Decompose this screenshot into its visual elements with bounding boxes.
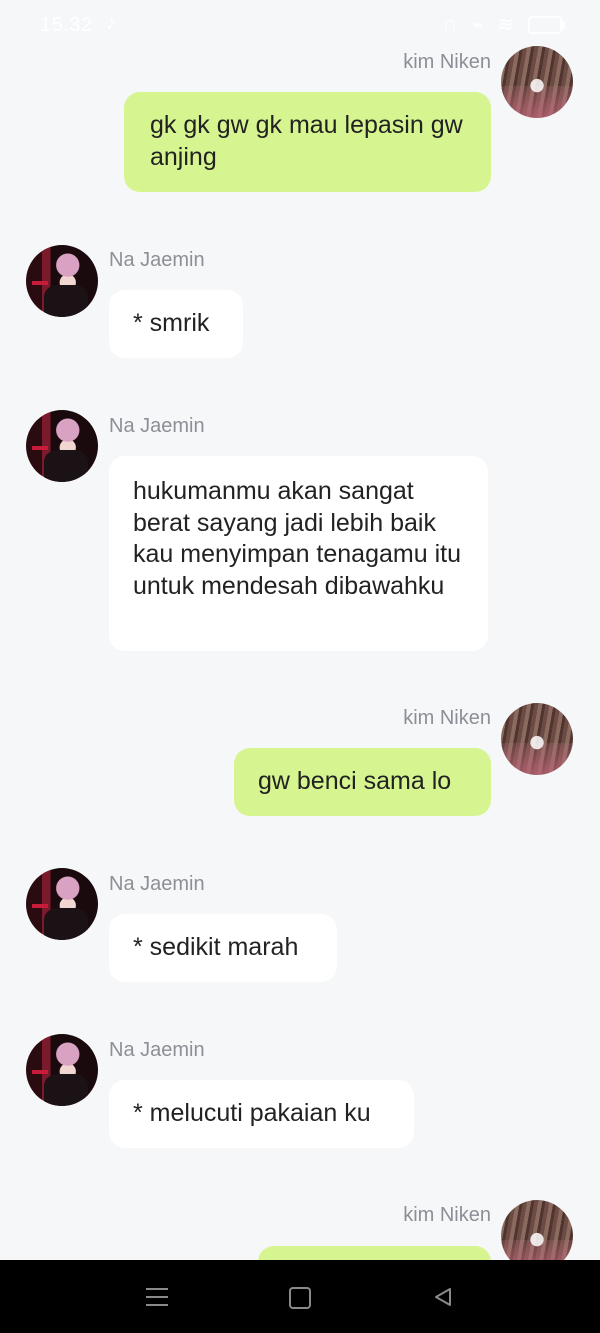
menu-icon[interactable] bbox=[146, 1288, 168, 1306]
message-bubble[interactable]: * smrik bbox=[109, 290, 243, 358]
home-icon[interactable] bbox=[289, 1287, 311, 1309]
avatar-na-jaemin[interactable] bbox=[26, 1034, 98, 1106]
message-bubble[interactable]: hukumanmu akan sangat berat sayang jadi … bbox=[109, 456, 488, 651]
message-bubble[interactable]: gw benci sama lo bbox=[234, 748, 491, 816]
navigation-bar bbox=[0, 1260, 600, 1333]
message-bubble[interactable]: * sedikit marah bbox=[109, 914, 337, 982]
avatar-kim-niken[interactable] bbox=[501, 703, 573, 775]
chat-thread[interactable]: kim Niken gk gk gw gk mau lepasin gw anj… bbox=[0, 0, 600, 1260]
avatar-na-jaemin[interactable] bbox=[26, 410, 98, 482]
message-bubble[interactable]: * melucuti pakaian ku bbox=[109, 1080, 414, 1148]
sender-name: Na Jaemin bbox=[109, 873, 205, 895]
avatar-kim-niken[interactable] bbox=[501, 46, 573, 118]
avatar-na-jaemin[interactable] bbox=[26, 245, 98, 317]
avatar-kim-niken[interactable] bbox=[501, 1200, 573, 1260]
sender-name: Na Jaemin bbox=[109, 249, 205, 271]
sender-name: Na Jaemin bbox=[109, 1039, 205, 1061]
message-bubble[interactable] bbox=[258, 1246, 491, 1260]
message-bubble[interactable]: gk gk gw gk mau lepasin gw anjing bbox=[124, 92, 491, 192]
sender-name: Na Jaemin bbox=[109, 415, 205, 437]
sender-name: kim Niken bbox=[403, 707, 491, 729]
sender-name: kim Niken bbox=[403, 51, 491, 73]
sender-name: kim Niken bbox=[403, 1204, 491, 1226]
avatar-na-jaemin[interactable] bbox=[26, 868, 98, 940]
